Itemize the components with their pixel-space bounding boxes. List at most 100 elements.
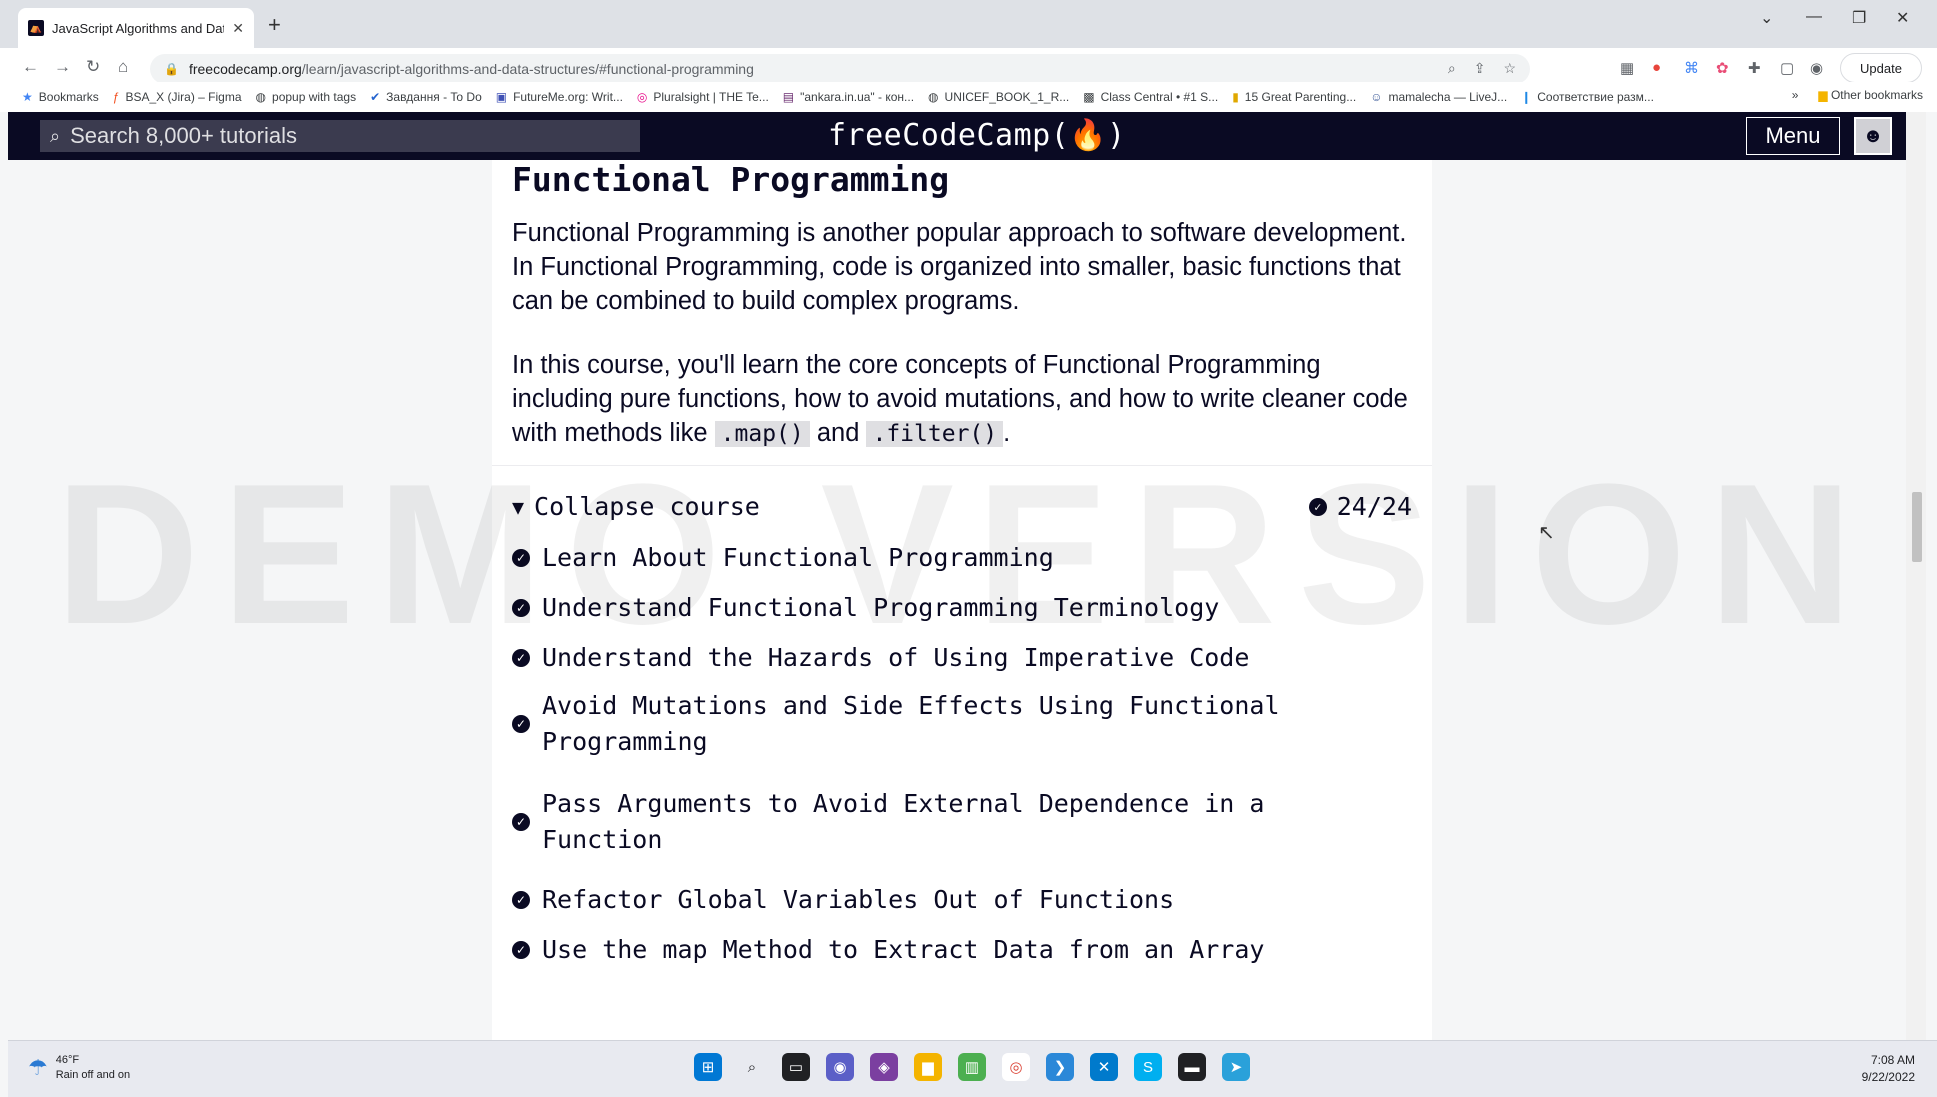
bookmark-item[interactable]: ☺ mamalecha — LiveJ... bbox=[1370, 90, 1507, 104]
lesson-link[interactable]: ✓ Use the map Method to Extract Data fro… bbox=[512, 932, 1392, 968]
powershell-icon[interactable]: ❯ bbox=[1046, 1053, 1074, 1081]
check-circle-icon: ✓ bbox=[1308, 497, 1327, 516]
bookmark-item[interactable]: ★ Bookmarks bbox=[22, 90, 99, 104]
lesson-link[interactable]: ✓ Pass Arguments to Avoid External Depen… bbox=[512, 786, 1332, 858]
update-button[interactable]: Update bbox=[1840, 53, 1922, 83]
code-map: .map() bbox=[714, 421, 810, 447]
lock-icon: 🔒 bbox=[164, 62, 179, 76]
zoom-icon[interactable]: ⌕ bbox=[1448, 60, 1456, 77]
lesson-link[interactable]: ✓ Understand Functional Programming Term… bbox=[512, 590, 1392, 626]
sidepanel-icon[interactable]: ▢ bbox=[1780, 59, 1794, 77]
file-explorer-icon[interactable]: ▆ bbox=[914, 1053, 942, 1081]
lesson-link[interactable]: ✓ Understand the Hazards of Using Impera… bbox=[512, 640, 1392, 676]
alert-extension-icon[interactable]: ● bbox=[1652, 59, 1661, 76]
bookmarks-bar: ★ Bookmarks ƒ BSA_X (Jira) – Figma ◍ popup … bbox=[0, 82, 1937, 112]
check-circle-icon: ✓ bbox=[512, 715, 530, 733]
vscode-icon[interactable]: ✕ bbox=[1090, 1053, 1118, 1081]
bookmark-item[interactable]: ✔ Завдання - To Do bbox=[370, 90, 482, 104]
bookmark-item[interactable]: ▣ FutureMe.org: Writ... bbox=[496, 90, 623, 104]
forward-icon[interactable]: → bbox=[54, 57, 71, 77]
search-input[interactable]: ⌕ Search 8,000+ tutorials bbox=[40, 120, 640, 152]
extensions-puzzle-icon[interactable]: ✚ bbox=[1748, 59, 1761, 77]
close-tab-icon[interactable]: ✕ bbox=[232, 20, 244, 37]
github-desktop-icon[interactable]: ◈ bbox=[870, 1053, 898, 1081]
taskbar-apps: ⊞ ⌕ ▭ ◉ ◈ ▆ ▥ ◎ ❯ ✕ S ▬ ➤ bbox=[694, 1053, 1250, 1081]
course-block: Functional Programming Functional Progra… bbox=[492, 160, 1432, 1040]
fcc-favicon-icon: ⛺ bbox=[28, 20, 44, 36]
site-icon: ❙ bbox=[1521, 90, 1532, 104]
terminal-icon[interactable]: ▬ bbox=[1178, 1053, 1206, 1081]
collapse-course-button[interactable]: ▼ Collapse course bbox=[512, 492, 760, 521]
system-clock[interactable]: 7:08 AM 9/22/2022 bbox=[1862, 1052, 1915, 1086]
search-placeholder: Search 8,000+ tutorials bbox=[70, 123, 297, 148]
check-circle-icon: ✓ bbox=[512, 549, 530, 567]
chevron-right-icon[interactable]: » bbox=[1792, 88, 1799, 102]
mouse-cursor-icon: ↖ bbox=[1538, 522, 1555, 544]
url-text: freecodecamp.org/learn/javascript-algori… bbox=[188, 61, 754, 77]
other-bookmarks[interactable]: » ▆ Other bookmarks bbox=[1792, 88, 1923, 102]
figma-icon: ƒ bbox=[112, 90, 120, 104]
lesson-link[interactable]: ✓ Refactor Global Variables Out of Funct… bbox=[512, 882, 1392, 918]
restore-icon[interactable]: ❐ bbox=[1852, 8, 1866, 28]
block-description-2: In this course, you'll learn the core co… bbox=[512, 351, 1408, 447]
task-view-icon[interactable]: ▭ bbox=[782, 1053, 810, 1081]
share-icon[interactable]: ⇪ bbox=[1474, 60, 1486, 77]
lesson-link[interactable]: ✓ Avoid Mutations and Side Effects Using… bbox=[512, 688, 1332, 760]
fcc-logo[interactable]: freeCodeCamp(🔥) bbox=[828, 118, 1126, 153]
page-scrollbar[interactable] bbox=[1906, 112, 1926, 1040]
rain-cloud-icon: ☂ bbox=[28, 1055, 48, 1080]
avatar[interactable]: ☻ bbox=[1854, 117, 1892, 155]
check-circle-icon: ✓ bbox=[512, 813, 530, 831]
bookmark-item[interactable]: ◎ Pluralsight | THE Te... bbox=[637, 90, 769, 104]
search-icon[interactable]: ⌕ bbox=[738, 1053, 766, 1081]
bookmark-item[interactable]: ƒ BSA_X (Jira) – Figma bbox=[113, 90, 242, 104]
triangle-down-icon: ▼ bbox=[512, 494, 525, 519]
folder-icon: ▆ bbox=[1818, 88, 1828, 102]
bookmark-item[interactable]: ❙ Соответствие разм... bbox=[1521, 90, 1654, 104]
check-circle-icon: ✓ bbox=[512, 891, 530, 909]
translate-extension-icon[interactable]: ⌘ bbox=[1684, 59, 1699, 77]
check-circle-icon: ✓ bbox=[512, 599, 530, 617]
teams-icon[interactable]: ◉ bbox=[826, 1053, 854, 1081]
main-content: Functional Programming Functional Progra… bbox=[8, 160, 1906, 1040]
search-icon: ⌕ bbox=[50, 125, 61, 146]
chrome-icon[interactable]: ◎ bbox=[1002, 1053, 1030, 1081]
site-icon: ▤ bbox=[782, 90, 795, 104]
block-description-1: Functional Programming is another popula… bbox=[512, 219, 1407, 315]
tab-title: JavaScript Algorithms and Data S bbox=[52, 20, 224, 36]
divider bbox=[492, 465, 1432, 466]
lesson-link[interactable]: ✓ Learn About Functional Programming bbox=[512, 540, 1392, 576]
classcentral-icon: ▩ bbox=[1083, 90, 1095, 104]
windows-start-icon[interactable]: ⊞ bbox=[694, 1053, 722, 1081]
address-bar[interactable]: 🔒 freecodecamp.org/learn/javascript-algo… bbox=[150, 54, 1530, 84]
bookmark-item[interactable]: ◍ popup with tags bbox=[256, 90, 357, 104]
back-icon[interactable]: ← bbox=[22, 57, 39, 77]
tab-search-icon[interactable]: ⌄ bbox=[1760, 8, 1773, 28]
bookmark-item[interactable]: ▩ Class Central • #1 S... bbox=[1083, 90, 1218, 104]
bookmark-star-icon[interactable]: ☆ bbox=[1503, 60, 1516, 77]
browser-tab[interactable]: ⛺ JavaScript Algorithms and Data S ✕ bbox=[18, 8, 254, 48]
menu-button[interactable]: Menu bbox=[1746, 117, 1840, 155]
close-window-icon[interactable]: ✕ bbox=[1896, 8, 1909, 28]
telegram-icon[interactable]: ➤ bbox=[1222, 1053, 1250, 1081]
calendar-extension-icon[interactable]: ▦ bbox=[1620, 59, 1634, 77]
bookmark-item[interactable]: ▮ 15 Great Parenting... bbox=[1232, 90, 1356, 104]
new-tab-icon[interactable]: + bbox=[268, 12, 281, 38]
pluralsight-icon: ◎ bbox=[636, 90, 648, 104]
futureme-icon: ▣ bbox=[495, 90, 508, 104]
bookmark-item[interactable]: ▤ "ankara.in.ua" - кон... bbox=[783, 90, 914, 104]
check-circle-icon: ✓ bbox=[512, 941, 530, 959]
chart-app-icon[interactable]: ▥ bbox=[958, 1053, 986, 1081]
weather-widget[interactable]: ☂ 46°F Rain off and on bbox=[28, 1053, 130, 1083]
scrollbar-thumb[interactable] bbox=[1912, 492, 1922, 562]
profile-icon[interactable]: ◉ bbox=[1810, 59, 1823, 77]
home-icon[interactable]: ⌂ bbox=[118, 57, 128, 77]
bookmark-item[interactable]: ◍ UNICEF_BOOK_1_R... bbox=[928, 90, 1069, 104]
skype-icon[interactable]: S bbox=[1134, 1053, 1162, 1081]
check-circle-icon: ✓ bbox=[512, 649, 530, 667]
reload-icon[interactable]: ↻ bbox=[86, 57, 100, 77]
color-extension-icon[interactable]: ✿ bbox=[1716, 59, 1729, 77]
minimize-icon[interactable]: — bbox=[1806, 8, 1822, 26]
globe-icon: ◍ bbox=[255, 90, 267, 104]
star-icon: ★ bbox=[22, 90, 33, 104]
